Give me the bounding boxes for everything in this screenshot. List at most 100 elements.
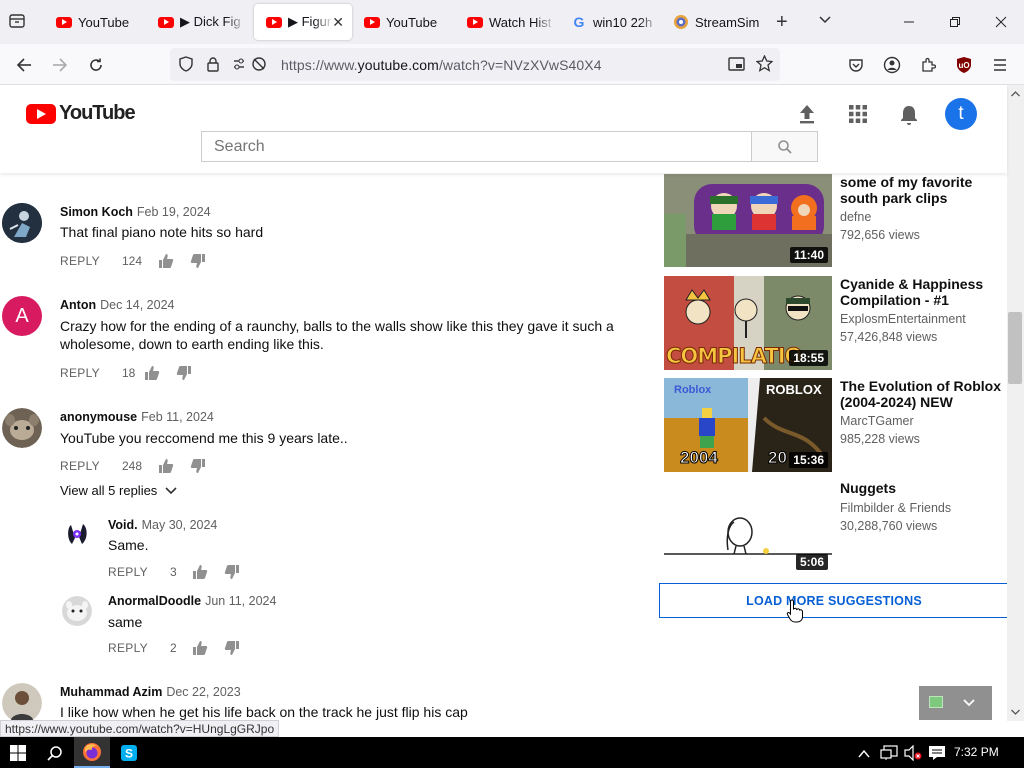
menu-hamburger-icon[interactable]	[985, 50, 1015, 80]
apps-grid-icon[interactable]	[849, 105, 867, 128]
comment-date[interactable]: Dec 14, 2024	[100, 298, 174, 312]
comment-date[interactable]: Feb 19, 2024	[137, 205, 211, 219]
browser-tab[interactable]: G win10 22h	[559, 4, 659, 40]
search-icon[interactable]	[37, 737, 73, 768]
minimize-window-button[interactable]	[886, 0, 932, 44]
video-title[interactable]: The Evolution of Roblox (2004-2024) NEW	[840, 378, 1010, 410]
picture-in-picture-icon[interactable]	[728, 56, 746, 77]
thumbs-up-icon[interactable]	[158, 458, 174, 474]
show-hidden-icons-chevron-up-icon[interactable]	[858, 746, 870, 764]
avatar[interactable]	[62, 596, 92, 626]
reply-button[interactable]: REPLY	[60, 459, 100, 473]
overlay-widget[interactable]	[919, 686, 992, 720]
notifications-bell-icon[interactable]	[899, 104, 919, 131]
scroll-up-arrow-icon[interactable]	[1011, 91, 1020, 97]
reply-button[interactable]: REPLY	[108, 565, 148, 579]
comment-author[interactable]: anonymouse Feb 11, 2024	[60, 410, 214, 424]
browser-tab[interactable]: YouTube	[352, 4, 452, 40]
new-tab-button[interactable]: +	[776, 11, 788, 34]
bookmark-star-icon[interactable]	[755, 54, 774, 77]
video-title[interactable]: Cyanide & Happiness Compilation - #1	[840, 276, 1010, 308]
thumbs-down-icon[interactable]	[190, 253, 206, 269]
scroll-down-arrow-icon[interactable]	[1011, 709, 1020, 715]
tab-list-icon[interactable]	[8, 12, 30, 32]
avatar[interactable]	[62, 518, 92, 548]
reply-button[interactable]: REPLY	[60, 366, 100, 380]
comment-author[interactable]: Void. May 30, 2024	[108, 518, 217, 532]
chevron-down-icon[interactable]	[963, 699, 975, 707]
video-channel[interactable]: ExplosmEntertainment	[840, 310, 966, 328]
url-bar[interactable]: https://www.youtube.com/watch?v=NVzXVwS4…	[170, 48, 780, 81]
avatar[interactable]	[2, 408, 42, 448]
lock-icon[interactable]	[206, 56, 220, 77]
avatar[interactable]	[2, 683, 42, 723]
reply-button[interactable]: REPLY	[60, 254, 100, 268]
video-channel[interactable]: defne	[840, 208, 871, 226]
comment-date[interactable]: Jun 11, 2024	[205, 594, 276, 608]
browser-tab[interactable]: StreamSim	[661, 4, 765, 40]
avatar[interactable]: A	[2, 296, 42, 336]
comment-author[interactable]: AnormalDoodle Jun 11, 2024	[108, 594, 276, 608]
thumbs-up-icon[interactable]	[158, 253, 174, 269]
suggested-video[interactable]: 5:06 Nuggets Filmbilder & Friends 30,288…	[664, 480, 1004, 574]
comment-author[interactable]: Simon Koch Feb 19, 2024	[60, 205, 211, 219]
volume-muted-icon[interactable]	[904, 744, 922, 766]
list-all-tabs-icon[interactable]	[818, 13, 832, 32]
thumbs-down-icon[interactable]	[190, 458, 206, 474]
back-button[interactable]	[9, 50, 39, 80]
close-window-button[interactable]	[978, 0, 1024, 44]
search-input[interactable]: Search	[201, 131, 752, 162]
firefox-taskbar-icon[interactable]	[74, 737, 110, 768]
scrollbar-thumb[interactable]	[1008, 312, 1022, 384]
comment-date[interactable]: Feb 11, 2024	[141, 410, 214, 424]
browser-tab[interactable]: YouTube	[44, 4, 144, 40]
account-avatar[interactable]: t	[945, 98, 977, 130]
close-tab-icon[interactable]: ✕	[332, 14, 344, 31]
thumbs-down-icon[interactable]	[176, 365, 192, 381]
skype-taskbar-icon[interactable]: S	[111, 737, 147, 768]
page-scrollbar[interactable]	[1007, 85, 1024, 721]
ublock-origin-icon[interactable]: uO	[949, 50, 979, 80]
suggested-video[interactable]: 11:40 some of my favorite south park cli…	[664, 174, 1004, 267]
comment-author[interactable]: Anton Dec 14, 2024	[60, 298, 174, 312]
tracking-protection-shield-icon[interactable]	[178, 56, 194, 77]
extensions-icon[interactable]	[913, 50, 943, 80]
permissions-icon[interactable]	[232, 56, 268, 77]
thumbs-down-icon[interactable]	[224, 640, 240, 656]
reload-button[interactable]	[81, 50, 111, 80]
thumbs-up-icon[interactable]	[192, 564, 208, 580]
load-more-suggestions-button[interactable]: LOAD MORE SUGGESTIONS	[659, 583, 1009, 618]
browser-tab-active[interactable]: ▶ Figur ✕	[254, 4, 352, 40]
comment-author[interactable]: Muhammad Azim Dec 22, 2023	[60, 685, 241, 699]
thumbs-down-icon[interactable]	[224, 564, 240, 580]
video-thumbnail[interactable]: 5:06	[664, 480, 832, 574]
video-title[interactable]: some of my favorite south park clips	[840, 174, 1010, 206]
browser-tab[interactable]: Watch Hist	[455, 4, 555, 40]
search-button[interactable]	[751, 131, 818, 162]
thumbs-up-icon[interactable]	[192, 640, 208, 656]
thumbs-up-icon[interactable]	[144, 365, 160, 381]
video-thumbnail[interactable]: Roblox ROBLOX 2004 20 15:36	[664, 378, 832, 472]
video-channel[interactable]: MarcTGamer	[840, 412, 914, 430]
browser-tab[interactable]: ▶ Dick Fig	[146, 4, 246, 40]
forward-button[interactable]	[45, 50, 75, 80]
avatar[interactable]	[2, 203, 42, 243]
video-thumbnail[interactable]: COMPILATIO 18:55	[664, 276, 832, 370]
view-replies-button[interactable]: View all 5 replies	[60, 483, 177, 498]
video-channel[interactable]: Filmbilder & Friends	[840, 499, 951, 517]
reply-button[interactable]: REPLY	[108, 641, 148, 655]
upload-icon[interactable]	[797, 103, 817, 130]
restore-window-button[interactable]	[932, 0, 978, 44]
pocket-icon[interactable]	[841, 50, 871, 80]
suggested-video[interactable]: COMPILATIO 18:55 Cyanide & Happiness Com…	[664, 276, 1004, 370]
comment-date[interactable]: Dec 22, 2023	[166, 685, 240, 699]
suggested-video[interactable]: Roblox ROBLOX 2004 20 15:36 The Evolutio…	[664, 378, 1004, 472]
video-title[interactable]: Nuggets	[840, 480, 1010, 496]
network-icon[interactable]	[880, 745, 898, 766]
youtube-logo[interactable]: YouTube	[26, 102, 136, 125]
video-thumbnail[interactable]: 11:40	[664, 174, 832, 267]
taskbar-clock[interactable]: 7:32 PM	[954, 745, 999, 759]
comment-date[interactable]: May 30, 2024	[142, 518, 218, 532]
notifications-icon[interactable]	[928, 745, 946, 766]
windows-start-icon[interactable]	[0, 737, 36, 768]
